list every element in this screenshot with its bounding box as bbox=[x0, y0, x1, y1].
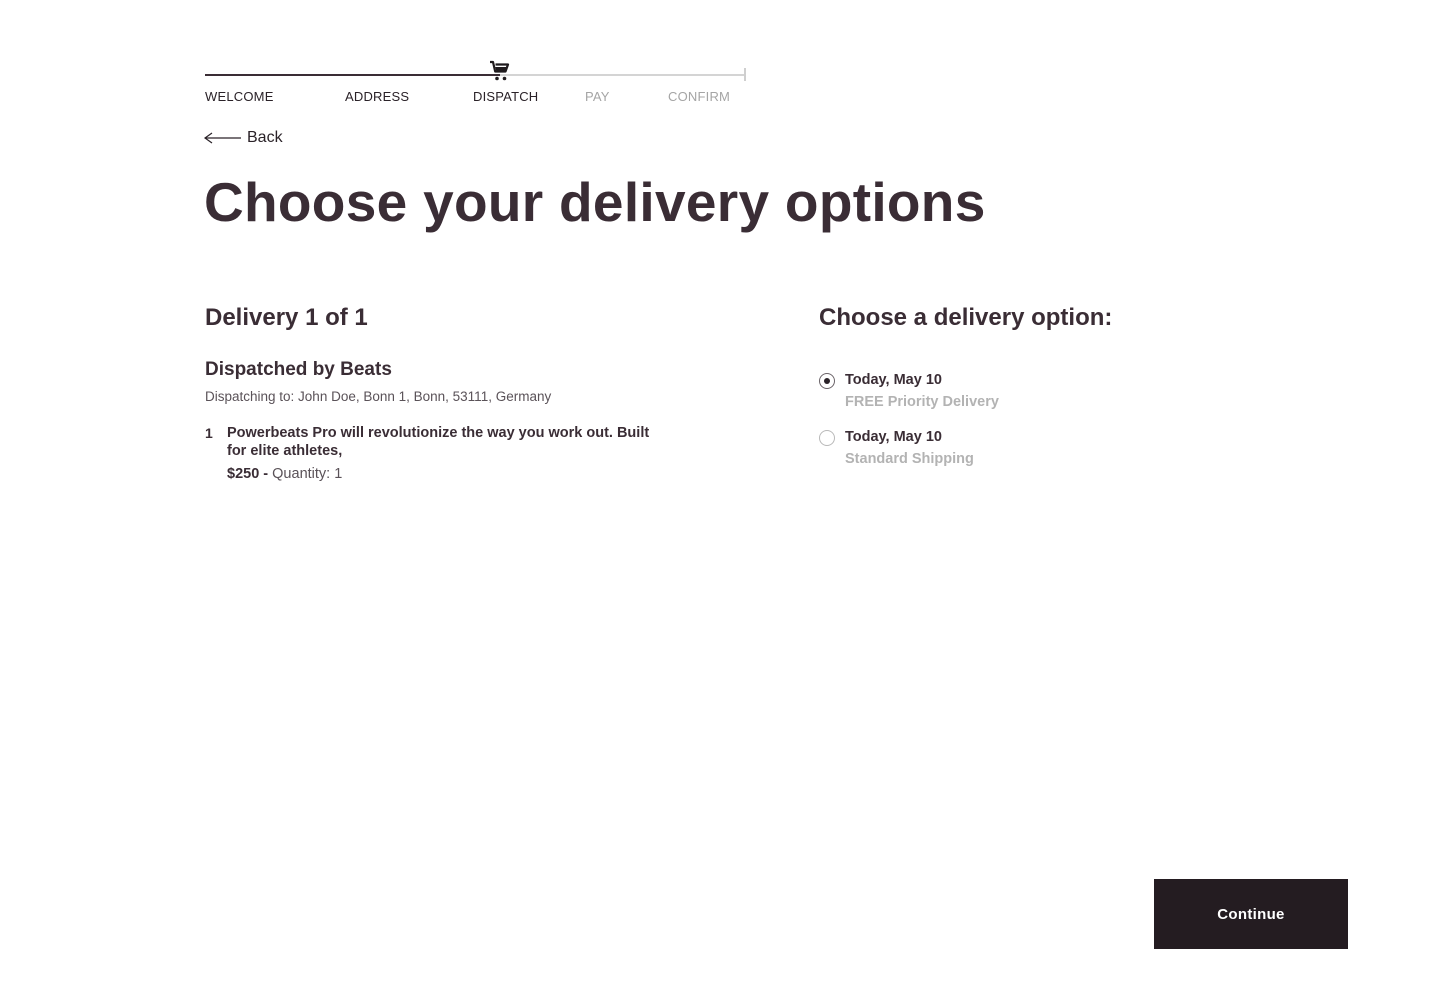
option-description: Standard Shipping bbox=[845, 451, 974, 467]
delivery-count-heading: Delivery 1 of 1 bbox=[205, 304, 368, 331]
step-confirm: CONFIRM bbox=[668, 89, 731, 104]
progress-track-remaining bbox=[500, 74, 745, 76]
option-description: FREE Priority Delivery bbox=[845, 394, 999, 410]
step-dispatch: DISPATCH bbox=[473, 89, 539, 104]
back-link[interactable]: Back bbox=[203, 128, 283, 148]
radio-unselected[interactable] bbox=[819, 430, 835, 446]
checkout-progress-stepper: WELCOME ADDRESS DISPATCH PAY CONFIRM bbox=[205, 56, 747, 108]
progress-track-end-marker bbox=[744, 68, 746, 81]
continue-button[interactable]: Continue bbox=[1154, 879, 1348, 949]
dispatched-by-heading: Dispatched by Beats bbox=[205, 359, 392, 380]
option-date: Today, May 10 bbox=[845, 372, 942, 388]
arrow-left-icon bbox=[203, 132, 241, 144]
item-quantity: Quantity: 1 bbox=[272, 466, 343, 482]
back-label: Back bbox=[247, 129, 283, 146]
item-price: $250 - bbox=[227, 466, 269, 482]
delivery-option-heading: Choose a delivery option: bbox=[819, 304, 1113, 331]
item-name: Powerbeats Pro will revolutionize the wa… bbox=[227, 425, 650, 459]
dispatching-to-address: Dispatching to: John Doe, Bonn 1, Bonn, … bbox=[205, 389, 552, 404]
radio-selected[interactable] bbox=[819, 373, 835, 389]
cart-icon bbox=[490, 60, 510, 81]
step-welcome: WELCOME bbox=[205, 89, 274, 104]
step-address: ADDRESS bbox=[345, 89, 410, 104]
option-date: Today, May 10 bbox=[845, 429, 942, 445]
progress-track-completed bbox=[205, 74, 500, 76]
item-price-row: $250 - Quantity: 1 bbox=[227, 466, 342, 482]
step-pay: PAY bbox=[585, 89, 610, 104]
radio-dot bbox=[823, 377, 830, 384]
item-index: 1 bbox=[205, 425, 213, 441]
page-title: Choose your delivery options bbox=[204, 171, 986, 233]
